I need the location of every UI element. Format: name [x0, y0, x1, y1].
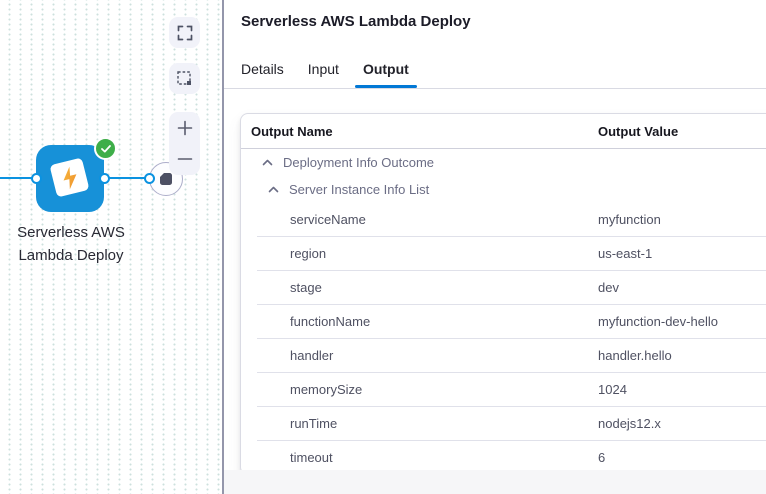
output-name-cell: region	[241, 246, 598, 261]
output-value-cell: 6	[598, 450, 766, 465]
output-value-cell: myfunction-dev-hello	[598, 314, 766, 329]
zoom-controls	[169, 112, 200, 175]
output-table-card: Output Name Output Value Deployment Info…	[240, 113, 766, 475]
pipeline-canvas[interactable]: Serverless AWS Lambda Deploy	[0, 0, 222, 494]
output-value-cell: handler.hello	[598, 348, 766, 363]
step-details-panel: Serverless AWS Lambda Deploy Details Inp…	[224, 0, 766, 494]
column-header-output-value: Output Value	[598, 124, 766, 139]
tab-details[interactable]: Details	[233, 57, 292, 87]
output-name-cell: serviceName	[241, 212, 598, 227]
marquee-select-button[interactable]	[169, 63, 200, 94]
doc-port-left[interactable]	[144, 173, 155, 184]
table-row: regionus-east-1	[241, 237, 766, 270]
table-row: memorySize1024	[241, 373, 766, 406]
table-header-row: Output Name Output Value	[241, 114, 766, 149]
marquee-select-icon	[176, 70, 193, 87]
chevron-up-icon	[262, 159, 273, 166]
column-header-output-name: Output Name	[241, 124, 598, 139]
minus-icon	[176, 150, 194, 168]
output-name-cell: stage	[241, 280, 598, 295]
page-title: Serverless AWS Lambda Deploy	[241, 12, 766, 32]
output-value-cell: nodejs12.x	[598, 416, 766, 431]
table-row: handlerhandler.hello	[241, 339, 766, 372]
output-value-cell: us-east-1	[598, 246, 766, 261]
group-row[interactable]: Deployment Info Outcome	[241, 149, 766, 176]
output-name-cell: memorySize	[241, 382, 598, 397]
panel-footer-strip	[224, 470, 766, 494]
step-node-serverless-lambda-deploy[interactable]	[36, 145, 104, 212]
output-value-cell: myfunction	[598, 212, 766, 227]
output-name-cell: functionName	[241, 314, 598, 329]
zoom-out-button[interactable]	[169, 144, 200, 176]
group-label: Deployment Info Outcome	[283, 155, 434, 170]
node-port-right[interactable]	[99, 173, 110, 184]
table-body: Deployment Info Outcome Server Instance I…	[241, 149, 766, 474]
output-name-cell: runTime	[241, 416, 598, 431]
zoom-in-button[interactable]	[169, 112, 200, 144]
tab-output[interactable]: Output	[355, 57, 417, 87]
output-name-cell: timeout	[241, 450, 598, 465]
aws-lambda-lightning-icon	[49, 157, 89, 197]
fullscreen-icon	[177, 25, 193, 41]
chevron-up-icon	[268, 186, 279, 193]
table-row: functionNamemyfunction-dev-hello	[241, 305, 766, 338]
table-row: runTimenodejs12.x	[241, 407, 766, 440]
group-row[interactable]: Server Instance Info List	[241, 176, 766, 203]
table-row: stagedev	[241, 271, 766, 304]
tab-bar: Details Input Output	[224, 57, 766, 89]
output-value-cell: 1024	[598, 382, 766, 397]
node-port-left[interactable]	[31, 173, 42, 184]
output-value-cell: dev	[598, 280, 766, 295]
node-label: Serverless AWS Lambda Deploy	[0, 221, 142, 267]
success-check-icon	[94, 137, 117, 160]
table-row: serviceNamemyfunction	[241, 203, 766, 236]
group-label: Server Instance Info List	[289, 182, 429, 197]
output-name-cell: handler	[241, 348, 598, 363]
fullscreen-button[interactable]	[169, 17, 200, 48]
plus-icon	[176, 119, 194, 137]
tab-input[interactable]: Input	[300, 57, 347, 87]
